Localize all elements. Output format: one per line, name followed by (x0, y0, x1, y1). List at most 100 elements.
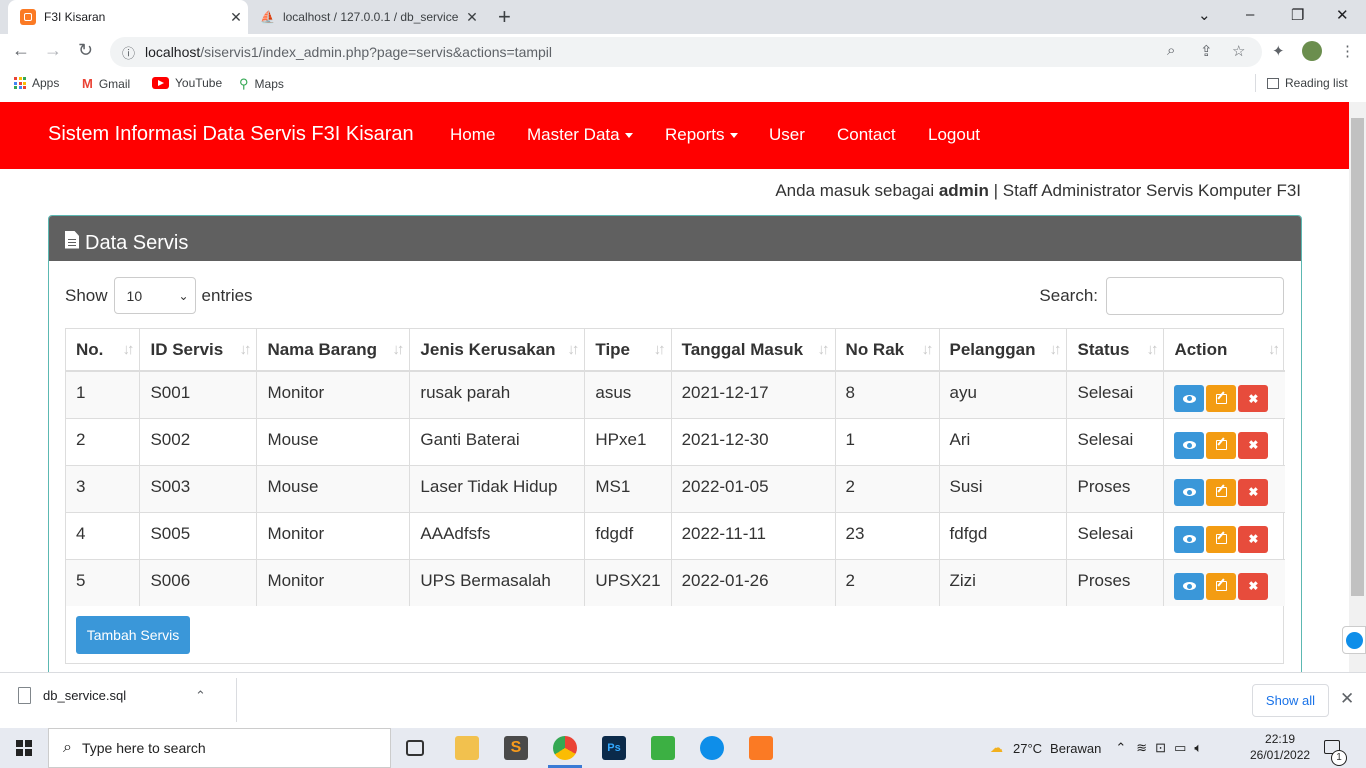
windows-start-icon[interactable] (16, 740, 32, 756)
entries-select[interactable]: 10 ⌄ (113, 277, 196, 314)
sort-icon: ↓↑ (653, 341, 666, 358)
close-download-bar-icon[interactable]: ✕ (1340, 689, 1354, 709)
file-explorer-icon[interactable] (455, 736, 479, 760)
column-label: No Rak (845, 340, 905, 359)
close-tab-icon[interactable]: ✕ (460, 9, 484, 26)
close-icon: ✖ (1248, 391, 1259, 406)
column-header-id-servis[interactable]: ID Servis ↓↑ (139, 329, 258, 372)
column-header-tipe[interactable]: Tipe ↓↑ (584, 329, 672, 372)
bookmark-star-icon[interactable]: ☆ (1232, 42, 1245, 60)
wifi-icon[interactable]: ≋ (1136, 740, 1147, 756)
nav-home[interactable]: Home (450, 125, 495, 145)
column-header-action[interactable]: Action ↓↑ (1163, 329, 1285, 372)
bookmark-apps[interactable]: Apps (14, 76, 59, 90)
share-icon[interactable]: ⇪ (1200, 42, 1213, 60)
nav-logout[interactable]: Logout (928, 125, 980, 145)
back-arrow-icon[interactable]: ← (12, 40, 30, 61)
nav-contact[interactable]: Contact (837, 125, 896, 145)
show-all-button[interactable]: Show all (1252, 684, 1329, 717)
table-cell: S005 (139, 511, 258, 559)
weather-temperature[interactable]: 27°C (1013, 741, 1042, 756)
forward-arrow-icon[interactable]: → (44, 40, 62, 61)
sort-icon: ↓↑ (921, 341, 934, 358)
download-item[interactable]: db_service.sql ⌃ (18, 687, 206, 704)
table-cell: 2 (835, 464, 940, 512)
teamviewer-taskbar-icon[interactable] (700, 736, 724, 760)
delete-button[interactable]: ✖ (1238, 478, 1269, 506)
edit-button[interactable] (1206, 478, 1237, 506)
tab-phpmyadmin[interactable]: ⛵ localhost / 127.0.0.1 / db_service ✕ (252, 0, 484, 34)
login-prefix: Anda masuk sebagai (775, 181, 939, 200)
chevron-up-icon[interactable]: ⌃ (1115, 740, 1126, 756)
xampp-icon[interactable] (749, 736, 773, 760)
battery-icon[interactable]: ▭ (1174, 740, 1186, 756)
bookmark-youtube[interactable]: YouTube (152, 76, 222, 90)
edit-button[interactable] (1206, 385, 1237, 412)
tab-f3i-kisaran[interactable]: F3I Kisaran ✕ (8, 0, 248, 34)
delete-button[interactable]: ✖ (1238, 385, 1269, 412)
tambah-servis-button[interactable]: Tambah Servis (76, 616, 190, 654)
edit-icon (1215, 393, 1227, 404)
table-cell: Monitor (256, 511, 411, 559)
column-header-jenis-kerusakan[interactable]: Jenis Kerusakan ↓↑ (409, 329, 586, 372)
weather-icon[interactable]: ☁ (990, 740, 1003, 756)
page-scrollbar[interactable] (1349, 102, 1366, 672)
action-cell: ✖ (1163, 464, 1285, 512)
nav-master-data[interactable]: Master Data (527, 125, 633, 145)
bookmark-maps[interactable]: ⚲ Maps (239, 76, 284, 92)
reload-icon[interactable]: ↻ (78, 40, 93, 61)
chevron-up-icon[interactable]: ⌃ (195, 688, 206, 704)
new-tab-button[interactable]: + (498, 5, 511, 29)
column-header-tanggal-masuk[interactable]: Tanggal Masuk ↓↑ (671, 329, 836, 372)
view-button[interactable] (1174, 385, 1205, 412)
scrollbar-thumb[interactable] (1351, 118, 1364, 596)
close-window-icon[interactable]: ✕ (1336, 6, 1349, 24)
maximize-icon[interactable]: ❐ (1291, 6, 1304, 24)
sublime-text-icon[interactable]: S (504, 736, 528, 760)
extensions-puzzle-icon[interactable]: ✦ (1272, 42, 1285, 60)
column-header-no-rak[interactable]: No Rak ↓↑ (835, 329, 940, 372)
chrome-icon[interactable] (553, 736, 577, 760)
column-header-no[interactable]: No. ↓↑ (66, 329, 141, 372)
zoom-magnifier-icon[interactable]: ⌕ (1167, 42, 1175, 59)
photoshop-icon[interactable]: Ps (602, 736, 626, 760)
taskbar-clock[interactable]: 22:19 26/01/2022 (1250, 731, 1310, 763)
column-header-nama-barang[interactable]: Nama Barang ↓↑ (256, 329, 411, 372)
column-label: No. (76, 340, 104, 359)
minimize-icon[interactable]: – (1246, 6, 1254, 23)
bookmark-gmail[interactable]: M Gmail (82, 76, 130, 91)
view-button[interactable] (1174, 572, 1205, 600)
site-info-icon[interactable]: ⓘ (122, 43, 135, 62)
column-header-pelanggan[interactable]: Pelanggan ↓↑ (939, 329, 1068, 372)
column-header-status[interactable]: Status ↓↑ (1066, 329, 1165, 372)
menu-kebab-icon[interactable]: ⋮ (1340, 42, 1355, 60)
view-button[interactable] (1174, 431, 1205, 459)
close-icon: ✖ (1248, 532, 1259, 546)
tab-search-chevron-icon[interactable]: ⌄ (1198, 6, 1211, 24)
site-brand[interactable]: Sistem Informasi Data Servis F3I Kisaran (48, 123, 414, 146)
app-green-icon[interactable] (651, 736, 675, 760)
edit-button[interactable] (1206, 431, 1237, 459)
sort-icon: ↓↑ (122, 341, 134, 358)
delete-button[interactable]: ✖ (1238, 572, 1269, 600)
volume-icon[interactable]: 🔈︎ (1194, 740, 1202, 756)
search-input[interactable] (1106, 277, 1284, 315)
taskbar-search-box[interactable]: ⌕ Type here to search (48, 728, 391, 768)
address-bar[interactable]: ⓘ localhost/siservis1/index_admin.php?pa… (110, 37, 1262, 67)
reading-list-button[interactable]: Reading list (1267, 76, 1348, 90)
view-button[interactable] (1174, 478, 1205, 506)
edit-button[interactable] (1206, 525, 1237, 553)
nav-reports[interactable]: Reports (665, 125, 738, 145)
close-tab-icon[interactable]: ✕ (224, 9, 248, 26)
network-icon[interactable]: ⊡ (1155, 740, 1166, 756)
profile-avatar[interactable] (1302, 41, 1322, 61)
task-view-icon[interactable] (406, 740, 424, 756)
teamviewer-icon[interactable] (1342, 626, 1366, 654)
edit-button[interactable] (1206, 572, 1237, 600)
delete-button[interactable]: ✖ (1238, 431, 1269, 459)
table-cell: Zizi (939, 558, 1068, 606)
delete-button[interactable]: ✖ (1238, 525, 1269, 553)
weather-description[interactable]: Berawan (1050, 741, 1101, 756)
view-button[interactable] (1174, 525, 1205, 553)
nav-user[interactable]: User (769, 125, 805, 145)
